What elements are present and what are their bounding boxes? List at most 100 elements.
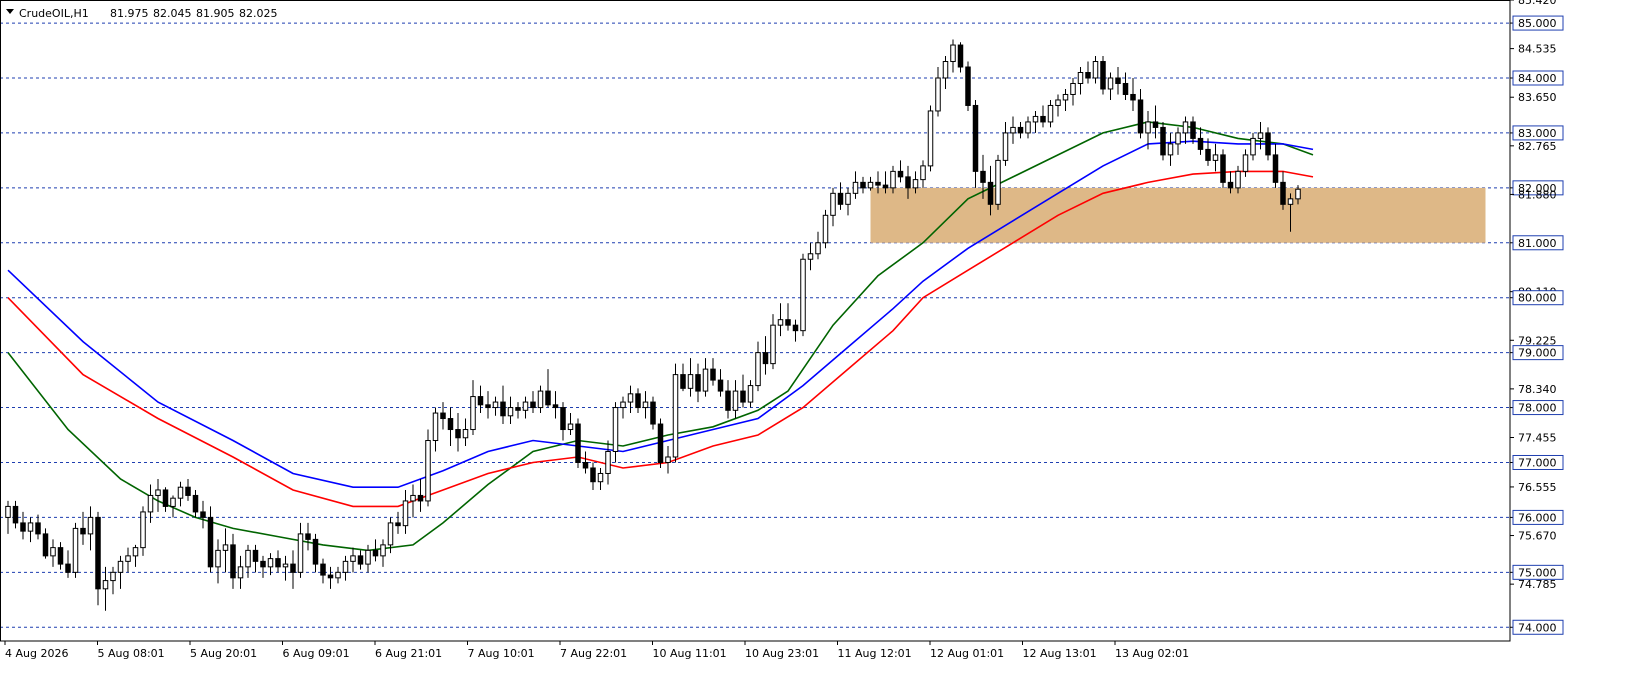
price-tick-label: 76.555 [1518,481,1557,494]
candle-bull [350,555,356,562]
candle-bear [230,544,236,579]
candle-bull [492,401,499,409]
time-axis-labels: 4 Aug 2026 5 Aug 08:01 5 Aug 20:01 6 Aug 09… [4,641,1189,660]
candle-bear [1137,99,1144,134]
candle-bear [57,547,64,565]
candle-bear [785,319,791,326]
candle-bull [1287,198,1294,205]
candle-bull [702,368,709,392]
candle-bear [987,181,994,205]
time-tick-label: 6 Aug 09:01 [283,647,350,660]
candle-bull [177,486,184,499]
candle-bull [387,522,394,546]
candle-bear [1220,154,1226,183]
candle-bull [1025,121,1031,134]
candle-bear [1205,148,1211,161]
candle-bear [590,467,596,483]
candle-bear [12,505,19,524]
candle-bull [605,451,611,474]
chart-canvas[interactable]: 85.420 85.000 84.535 84.000 83.650 83.00082.7… [0,0,1626,686]
candle-bear [882,184,889,189]
candle-bear [312,538,319,565]
candle-bear [1085,72,1091,79]
candle-bear [725,390,731,411]
candle-bear [252,549,259,562]
candle-bear [80,527,86,535]
moving-averages [7,121,1314,552]
candle-bull [612,407,619,453]
candle-bear [455,429,461,439]
candle-bear [440,412,446,420]
candle-bear [20,522,26,532]
candle-bear [327,574,334,579]
candle-bear [657,423,664,463]
candle-bear [192,494,199,513]
candle-bull [282,563,289,568]
candle-bull [1167,143,1174,156]
candle-bear [545,390,551,406]
candle-bull [215,549,221,568]
candle-bear [582,461,589,469]
candle-bear [980,170,986,183]
candle-bull [50,547,56,557]
price-tick-label: 74.785 [1518,578,1557,591]
candle-bear [185,486,191,496]
price-tick-label: 80.000 [1518,292,1557,305]
candle-bear [1160,126,1166,156]
price-tick-label: 81.000 [1518,237,1557,250]
candle-bear [417,494,424,502]
candle-bull [1175,132,1181,145]
zone-rect [870,187,1486,243]
time-tick-label: 10 Aug 11:01 [653,647,727,660]
candle-bull [380,544,386,557]
candle-bear [792,324,799,332]
price-tick-label: 76.000 [1518,511,1557,524]
candle-bull [237,566,244,579]
candle-bear [972,104,979,172]
candle-bull [267,558,274,568]
candle-bull [1107,77,1114,90]
candle-bull [1032,115,1039,123]
candle-bear [905,176,911,189]
candle-bull [425,440,431,502]
time-tick-label: 4 Aug 2026 [5,647,68,660]
candle-bull [1295,188,1301,200]
candle-bear [162,489,169,507]
candle-bear [710,368,716,381]
price-tick-label: 83.650 [1518,91,1557,104]
ohlc-high: 82.045 [153,7,192,20]
candle-bear [860,181,866,189]
candle-bull [1242,154,1249,172]
candle-bear [500,401,506,417]
candle-bull [140,511,146,549]
time-tick-label: 12 Aug 13:01 [1023,647,1097,660]
candle-bull [665,456,671,463]
candle-bear [635,393,641,409]
candle-bull [1062,93,1069,101]
price-tick-label: 84.000 [1518,72,1557,85]
symbol-label: CrudeOIL,H1 [19,7,89,20]
candle-bull [125,555,131,562]
candle-bear [357,555,364,565]
candle-bull [117,560,124,573]
candle-bull [747,385,754,403]
candle-bear [650,401,656,425]
candle-bull [890,170,896,189]
time-tick-label: 12 Aug 01:01 [930,647,1004,660]
candle-bear [65,563,71,573]
dropdown-arrow-icon[interactable] [6,9,14,14]
candle-bear [1017,126,1024,134]
ma-line-1 [7,121,1314,552]
candle-bear [1190,121,1196,139]
candle-bull [620,401,626,409]
candle-bull [1002,132,1009,161]
price-tick-label: 75.670 [1518,530,1557,543]
candle-bull [342,560,349,573]
candle-bull [1077,72,1084,84]
price-chart[interactable]: 85.420 85.000 84.535 84.000 83.650 83.000 82.7… [0,0,1626,686]
price-tick-label: 77.000 [1518,456,1557,469]
candle-bull [507,407,514,417]
candle-bull [912,179,919,189]
candle-bear [290,563,296,573]
candle-bear [1197,137,1204,150]
